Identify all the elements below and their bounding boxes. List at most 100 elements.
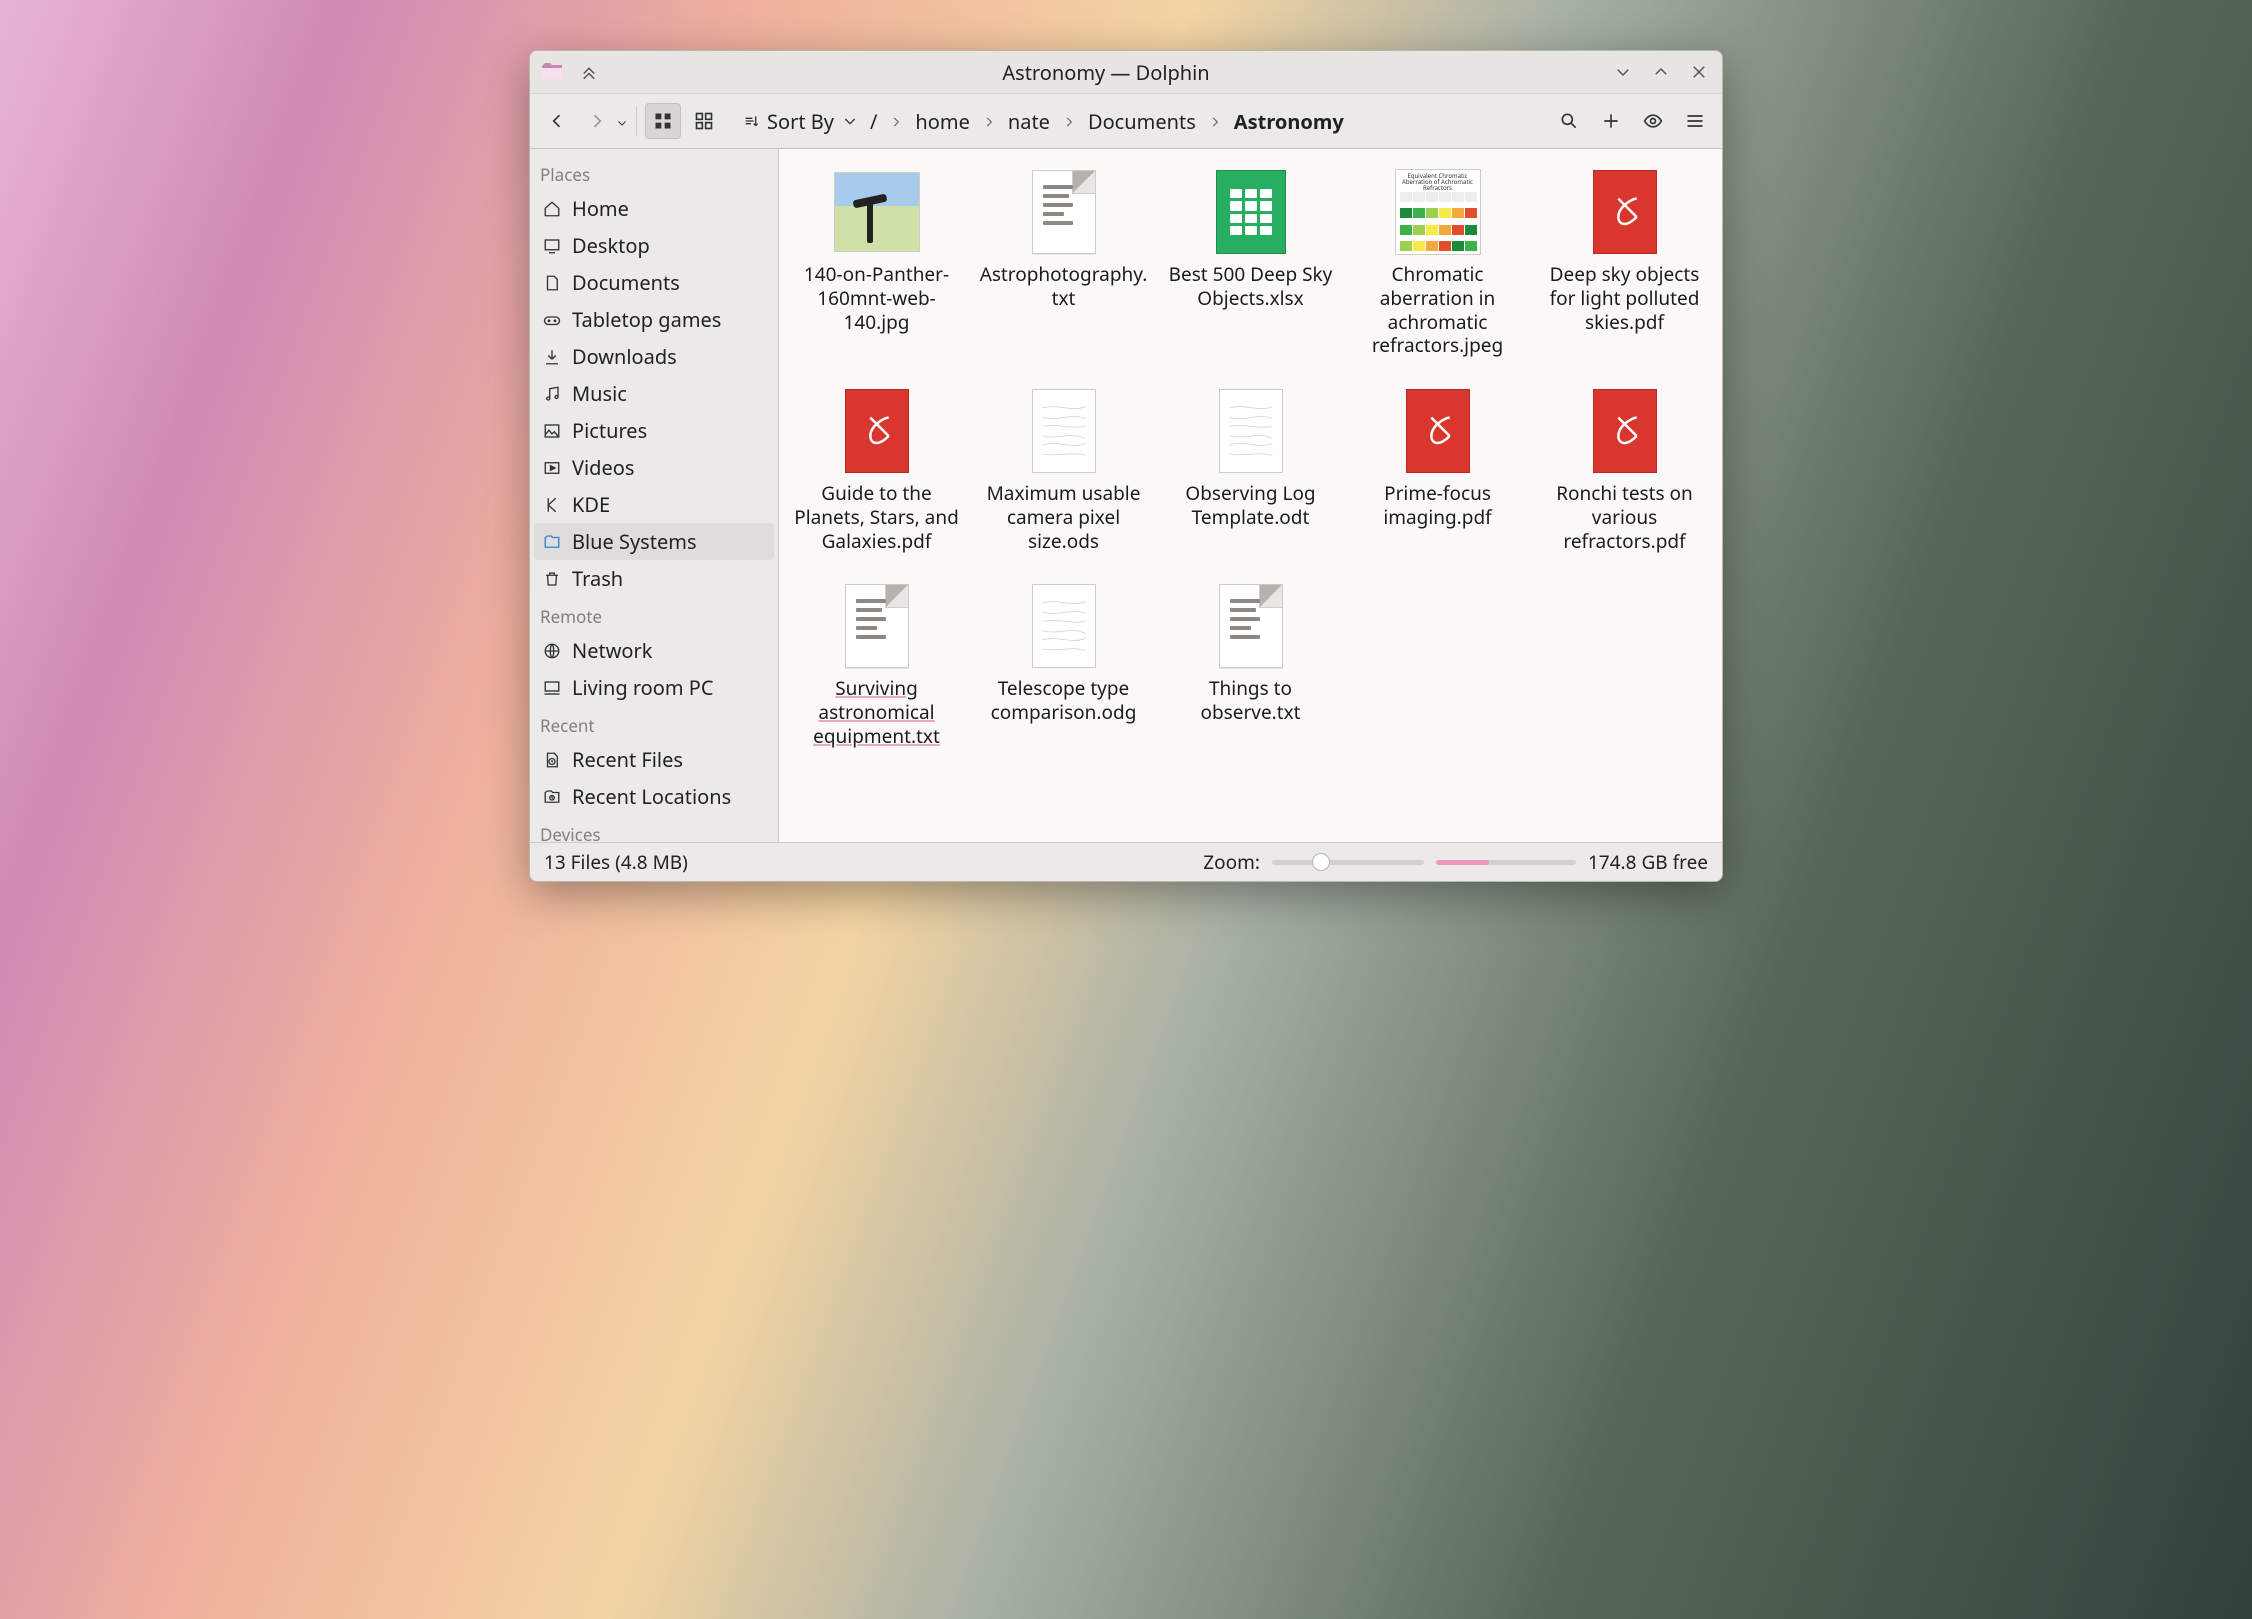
file-label: Best 500 Deep Sky Objects.xlsx — [1165, 263, 1336, 311]
file-label: Ronchi tests on various refractors.pdf — [1539, 482, 1710, 553]
status-summary: 13 Files (4.8 MB) — [544, 849, 688, 875]
file-icon — [1582, 388, 1668, 474]
sidebar-item[interactable]: Pictures — [534, 412, 774, 449]
zoom-slider[interactable] — [1272, 860, 1424, 865]
sidebar-item[interactable]: Recent Files — [534, 741, 774, 778]
file-item[interactable]: Deep sky objects for light polluted skie… — [1537, 163, 1712, 360]
compact-view-button[interactable] — [687, 104, 721, 138]
sidebar-item[interactable]: Trash — [534, 560, 774, 597]
file-icon — [1021, 169, 1107, 255]
file-label: Telescope type comparison.odg — [978, 677, 1149, 725]
chevron-right-icon — [1062, 108, 1076, 135]
file-item[interactable]: Telescope type comparison.odg — [976, 577, 1151, 750]
sidebar-item[interactable]: Desktop — [534, 227, 774, 264]
file-icon — [1208, 388, 1294, 474]
sidebar-item[interactable]: Home — [534, 190, 774, 227]
app-icon — [540, 60, 564, 84]
sidebar-item-label: Desktop — [572, 232, 650, 259]
file-item[interactable]: Things to observe.txt — [1163, 577, 1338, 750]
icon-view-button[interactable] — [645, 103, 681, 139]
close-button[interactable] — [1686, 59, 1712, 85]
sidebar-item[interactable]: Music — [534, 375, 774, 412]
file-icon: Equivalent Chromatic Aberration of Achro… — [1395, 169, 1481, 255]
sidebar-item-label: Downloads — [572, 343, 677, 370]
sidebar-item[interactable]: Tabletop games — [534, 301, 774, 338]
file-item[interactable]: Ronchi tests on various refractors.pdf — [1537, 382, 1712, 555]
collapse-up-icon[interactable] — [576, 59, 602, 85]
downloads-icon — [542, 347, 562, 367]
file-view[interactable]: 140-on-Panther-160mnt-web-140.jpgAstroph… — [779, 149, 1722, 842]
toolbar: Sort By / home nate Documents Astronomy — [530, 94, 1722, 149]
file-item[interactable]: 140-on-Panther-160mnt-web-140.jpg — [789, 163, 964, 360]
sort-button[interactable]: Sort By — [743, 108, 858, 135]
back-button[interactable] — [540, 104, 574, 138]
file-icon — [834, 388, 920, 474]
file-icon — [1582, 169, 1668, 255]
sidebar: Places Home Desktop Documents Tabletop games… — [530, 149, 779, 842]
desktop-icon — [542, 236, 562, 256]
file-label: Things to observe.txt — [1165, 677, 1336, 725]
zoom-label: Zoom: — [1203, 849, 1260, 875]
crumb-documents[interactable]: Documents — [1088, 108, 1196, 135]
file-label: 140-on-Panther-160mnt-web-140.jpg — [791, 263, 962, 334]
sidebar-item[interactable]: Recent Locations — [534, 778, 774, 815]
file-icon — [1395, 388, 1481, 474]
crumb-root[interactable]: / — [870, 108, 877, 135]
sidebar-item-label: Network — [572, 637, 652, 664]
minimize-button[interactable] — [1610, 59, 1636, 85]
file-label: Surviving astronomical equipment.txt — [791, 677, 962, 748]
music-icon — [542, 384, 562, 404]
sidebar-item-label: Documents — [572, 269, 680, 296]
file-icon — [1021, 388, 1107, 474]
sidebar-item[interactable]: Network — [534, 632, 774, 669]
forward-button[interactable] — [580, 104, 614, 138]
crumb-current[interactable]: Astronomy — [1234, 108, 1344, 135]
sidebar-section-title: Recent — [540, 714, 768, 737]
search-button[interactable] — [1552, 104, 1586, 138]
file-label: Maximum usable camera pixel size.ods — [978, 482, 1149, 553]
file-item[interactable]: Surviving astronomical equipment.txt — [789, 577, 964, 750]
dolphin-window: Astronomy — Dolphin Sort By / home nate — [529, 50, 1723, 882]
preview-button[interactable] — [1636, 104, 1670, 138]
sidebar-item-label: KDE — [572, 491, 610, 518]
file-item[interactable]: Observing Log Template.odt — [1163, 382, 1338, 555]
file-label: Prime-focus imaging.pdf — [1352, 482, 1523, 530]
file-item[interactable]: Equivalent Chromatic Aberration of Achro… — [1350, 163, 1525, 360]
file-icon — [834, 169, 920, 255]
sidebar-item-label: Recent Locations — [572, 783, 731, 810]
sidebar-item[interactable]: Living room PC — [534, 669, 774, 706]
pc-icon — [542, 678, 562, 698]
maximize-button[interactable] — [1648, 59, 1674, 85]
file-label: Guide to the Planets, Stars, and Galaxie… — [791, 482, 962, 553]
history-chevron-icon[interactable] — [616, 108, 628, 135]
menu-button[interactable] — [1678, 104, 1712, 138]
sidebar-item[interactable]: Downloads — [534, 338, 774, 375]
sidebar-item-label: Music — [572, 380, 627, 407]
file-icon — [1208, 583, 1294, 669]
file-label: Deep sky objects for light polluted skie… — [1539, 263, 1710, 334]
sidebar-section-title: Devices — [540, 823, 768, 842]
free-space-bar — [1436, 860, 1576, 865]
chevron-right-icon — [889, 108, 903, 135]
trash-icon — [542, 569, 562, 589]
file-item[interactable]: Best 500 Deep Sky Objects.xlsx — [1163, 163, 1338, 360]
crumb-home[interactable]: home — [915, 108, 969, 135]
sidebar-item-label: Tabletop games — [572, 306, 721, 333]
chevron-right-icon — [1208, 108, 1222, 135]
window-title: Astronomy — Dolphin — [602, 59, 1610, 86]
crumb-user[interactable]: nate — [1008, 108, 1050, 135]
file-icon — [834, 583, 920, 669]
games-icon — [542, 310, 562, 330]
sidebar-item[interactable]: KDE — [534, 486, 774, 523]
file-item[interactable]: Prime-focus imaging.pdf — [1350, 382, 1525, 555]
file-item[interactable]: Maximum usable camera pixel size.ods — [976, 382, 1151, 555]
sidebar-item[interactable]: Documents — [534, 264, 774, 301]
statusbar: 13 Files (4.8 MB) Zoom: 174.8 GB free — [530, 842, 1722, 881]
sidebar-section-title: Places — [540, 163, 768, 186]
file-item[interactable]: Guide to the Planets, Stars, and Galaxie… — [789, 382, 964, 555]
sidebar-item[interactable]: Blue Systems — [534, 523, 774, 560]
sidebar-item[interactable]: Videos — [534, 449, 774, 486]
new-button[interactable] — [1594, 104, 1628, 138]
file-item[interactable]: Astrophotography.txt — [976, 163, 1151, 360]
sidebar-item-label: Living room PC — [572, 674, 714, 701]
